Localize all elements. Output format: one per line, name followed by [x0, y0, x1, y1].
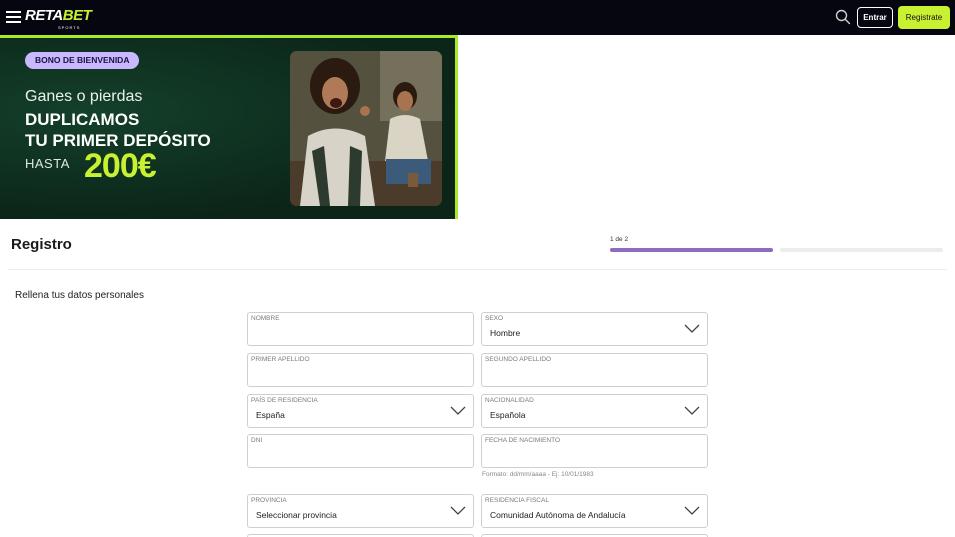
residencia-fiscal-value: Comunidad Autónoma de Andalucía	[490, 510, 626, 520]
fecha-nacimiento-input[interactable]	[485, 448, 703, 464]
primer-apellido-field[interactable]: PRIMER APELLIDO	[247, 353, 474, 387]
sexo-value: Hombre	[490, 328, 521, 338]
logo-accent: BET	[62, 7, 92, 24]
banner-line-1: Ganes o pierdas	[25, 88, 143, 105]
step-indicator: 1 de 2	[610, 236, 629, 243]
dni-field[interactable]: DNI	[247, 434, 474, 468]
fecha-nacimiento-field[interactable]: FECHA DE NACIMIENTO	[481, 434, 708, 468]
segundo-apellido-field[interactable]: SEGUNDO APELLIDO	[481, 353, 708, 387]
nombre-label: NOMBRE	[251, 315, 280, 322]
segundo-apellido-label: SEGUNDO APELLIDO	[485, 356, 552, 363]
chevron-down-icon	[684, 406, 700, 415]
nombre-input[interactable]	[251, 326, 469, 342]
pais-select[interactable]: PAÍS DE RESIDENCIA España	[247, 394, 474, 428]
pais-label: PAÍS DE RESIDENCIA	[251, 397, 318, 404]
dni-label: DNI	[251, 437, 263, 444]
form-subtitle: Rellena tus datos personales	[15, 290, 144, 301]
banner-amount: 200€	[84, 147, 157, 185]
provincia-label: PROVINCIA	[251, 497, 287, 504]
fecha-nacimiento-label: FECHA DE NACIMIENTO	[485, 437, 561, 444]
primer-apellido-input[interactable]	[251, 367, 469, 383]
title-divider	[8, 269, 947, 270]
residencia-fiscal-label: RESIDENCIA FISCAL	[485, 497, 549, 504]
menu-icon[interactable]	[6, 10, 21, 24]
progress-step-2	[780, 248, 943, 252]
chevron-down-icon	[684, 324, 700, 333]
chevron-down-icon	[450, 506, 466, 515]
provincia-select[interactable]: PROVINCIA Seleccionar provincia	[247, 494, 474, 528]
segundo-apellido-input[interactable]	[485, 367, 703, 383]
chevron-down-icon	[684, 506, 700, 515]
banner-photo	[290, 51, 442, 206]
fans-illustration	[290, 51, 442, 206]
search-icon[interactable]	[835, 9, 851, 25]
chevron-down-icon	[450, 406, 466, 415]
dni-input[interactable]	[251, 448, 469, 464]
nombre-field[interactable]: NOMBRE	[247, 312, 474, 346]
nacionalidad-label: NACIONALIDAD	[485, 397, 534, 404]
banner-hasta: HASTA	[25, 156, 70, 171]
sexo-label: SEXO	[485, 315, 504, 322]
provincia-value: Seleccionar provincia	[256, 510, 337, 520]
page-title: Registro	[11, 236, 72, 253]
nacionalidad-value: Española	[490, 410, 526, 420]
progress-step-1	[610, 248, 773, 252]
logo-sub: SPORTS	[58, 25, 81, 30]
sexo-select[interactable]: SEXO Hombre	[481, 312, 708, 346]
primer-apellido-label: PRIMER APELLIDO	[251, 356, 310, 363]
banner-line-2: DUPLICAMOS	[25, 110, 140, 129]
logo[interactable]: RETABET	[25, 7, 92, 24]
top-bar: RETABET SPORTS Entrar Registrate	[0, 0, 955, 35]
residencia-fiscal-select[interactable]: RESIDENCIA FISCAL Comunidad Autónoma de …	[481, 494, 708, 528]
register-button[interactable]: Registrate	[898, 6, 950, 29]
promo-banner[interactable]: BONO DE BIENVENIDA Ganes o pierdas DUPLI…	[0, 35, 458, 219]
logo-main: RETA	[25, 7, 63, 24]
nacionalidad-select[interactable]: NACIONALIDAD Española	[481, 394, 708, 428]
fecha-hint: Formato: dd/mm/aaaa - Ej: 10/01/1983	[482, 471, 594, 478]
bonus-badge: BONO DE BIENVENIDA	[25, 52, 140, 69]
pais-value: España	[256, 410, 285, 420]
login-button[interactable]: Entrar	[857, 7, 893, 28]
